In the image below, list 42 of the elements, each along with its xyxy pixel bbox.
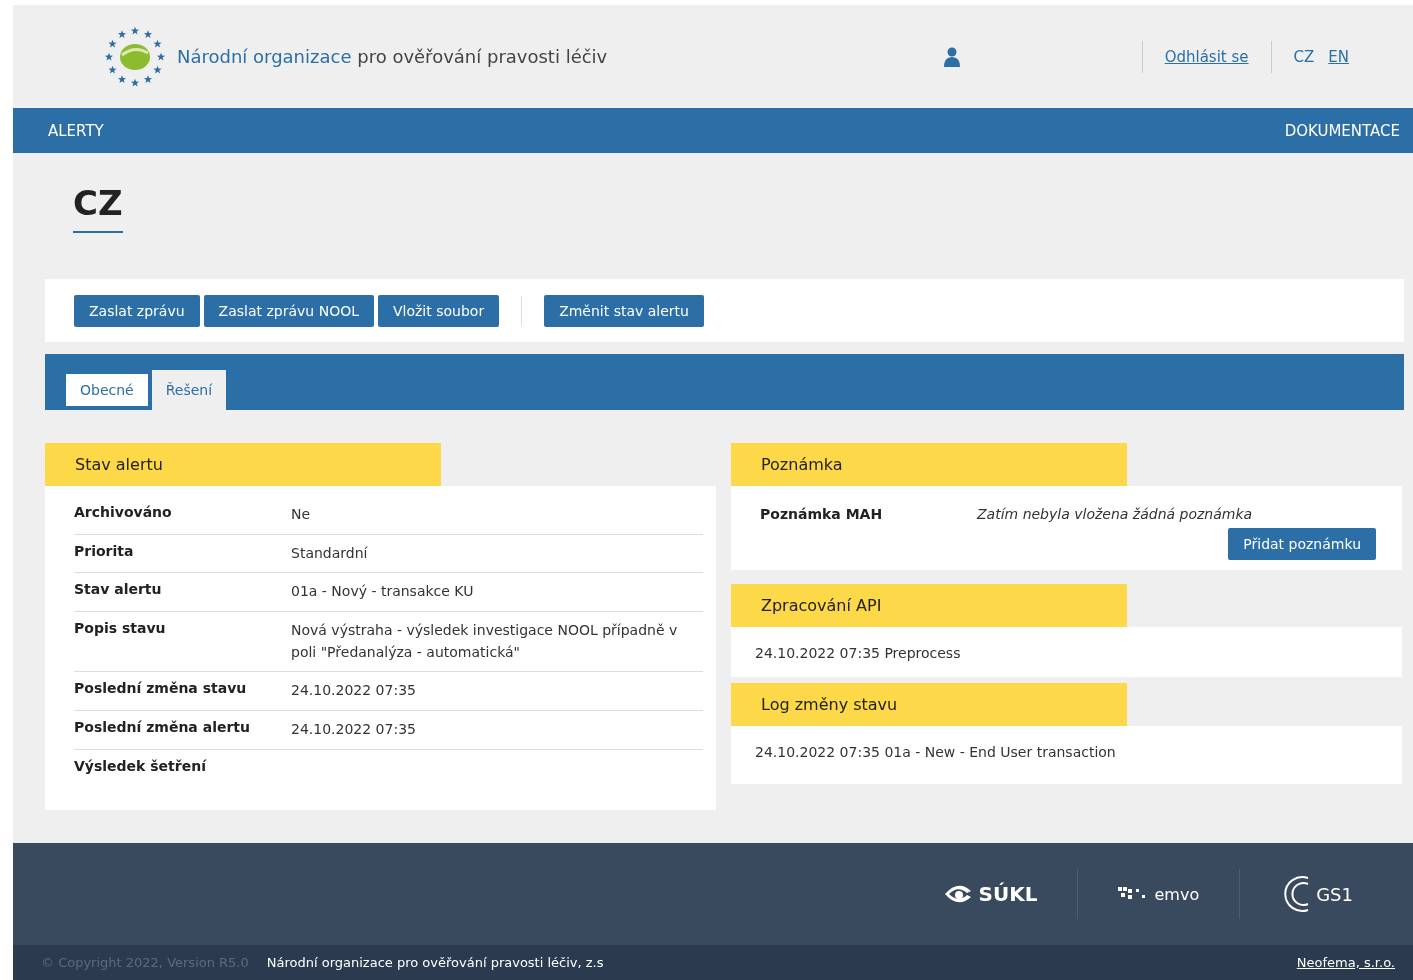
eye-icon (942, 883, 973, 905)
logout-link[interactable]: Odhlásit se (1164, 47, 1249, 66)
alert-title: CZ (73, 183, 123, 233)
field-label: Poslední změna stavu (74, 680, 248, 699)
action-button[interactable]: Zaslat zprávu (74, 294, 200, 327)
field-label: Stav alertu (74, 581, 163, 600)
action-button[interactable]: Zaslat zprávu NOOL (203, 294, 374, 327)
field-label: Výsledek šetření (74, 757, 208, 776)
action-button[interactable]: Vložit soubor (378, 294, 500, 327)
emvo-logo-text: emvo (1154, 884, 1200, 904)
field-label: Priorita (74, 542, 135, 561)
gs1-logo-text: GS1 (1316, 883, 1353, 905)
section-header: Stav alertu (45, 443, 441, 486)
field-label: Poslední změna alertu (74, 719, 251, 738)
field-value: 24.10.2022 07:35 (291, 681, 417, 701)
log-entry: 24.10.2022 07:35 Preprocess (755, 644, 962, 663)
nav-link[interactable]: ALERTY (48, 121, 104, 140)
field-value: 01a - Nový - transakce KU (291, 582, 475, 602)
language-link[interactable]: CZ (1293, 47, 1315, 66)
section-header: Zpracování API (731, 584, 1127, 627)
section-header: Poznámka (731, 443, 1127, 486)
language-link[interactable]: EN (1328, 47, 1349, 66)
nav-link[interactable]: DOKUMENTACE (1284, 121, 1400, 140)
add-note-button[interactable]: Přidat poznámku (1228, 528, 1376, 560)
field-value: Zatím nebyla vložena žádná poznámka (977, 506, 1254, 522)
vendor-link[interactable]: Neofema, s.r.o. (1296, 955, 1395, 970)
section-header: Log změny stavu (731, 683, 1127, 726)
field-value: 24.10.2022 07:35 (291, 720, 417, 740)
sukl-logo-text: SÚKL (978, 882, 1038, 906)
field-value: Ne (291, 505, 312, 524)
organization-name: Národní organizace pro ověřování pravosti léčiv (177, 46, 608, 67)
field-value: Standardní (291, 543, 369, 563)
field-label: Poznámka MAH (760, 506, 884, 522)
user-icon[interactable] (943, 46, 960, 67)
field-label: Archivováno (74, 504, 173, 522)
field-label: Popis stavu (74, 620, 167, 639)
tab[interactable]: Řešení (151, 370, 227, 410)
tab[interactable]: Obecné (66, 374, 148, 406)
organization-name: Národní organizace pro ověřování pravosti léčiv, z.s (266, 955, 605, 970)
action-button[interactable]: Změnit stav alertu (544, 294, 704, 327)
field-value: Nová výstraha - výsledek investigace NOOL případně v poli "Předanalýza - automatická" (291, 621, 679, 662)
log-entry: 24.10.2022 07:35 01a - New - End User transaction (755, 743, 1117, 762)
